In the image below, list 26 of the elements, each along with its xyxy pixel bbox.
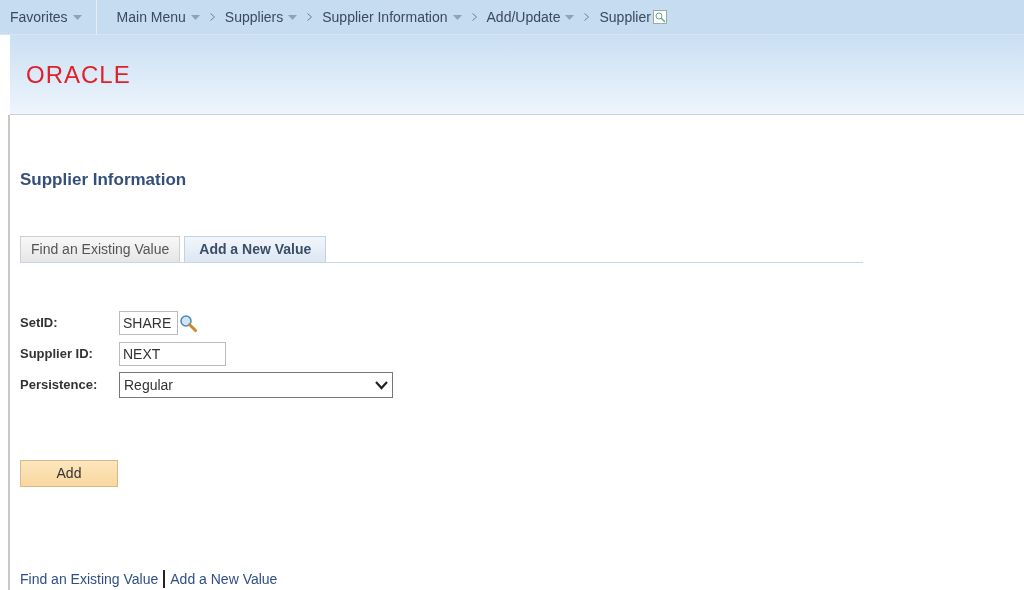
chevron-right-icon bbox=[584, 13, 590, 21]
field-label: SetID: bbox=[20, 314, 59, 333]
footer-link[interactable]: Add a New Value bbox=[170, 568, 278, 590]
supplier-id-field[interactable]: NEXT bbox=[119, 342, 226, 366]
breadcrumb-item[interactable]: Suppliers bbox=[224, 6, 284, 28]
chevron-right-icon bbox=[471, 13, 477, 21]
add-button[interactable]: Add bbox=[20, 459, 118, 487]
breadcrumb-item[interactable]: Supplier Information bbox=[322, 6, 448, 28]
breadcrumb-item[interactable]: Main Menu bbox=[116, 6, 186, 28]
search-icon[interactable] bbox=[179, 314, 197, 332]
setid-field[interactable]: SHARE bbox=[119, 311, 178, 335]
field-label: Persistence: bbox=[20, 376, 99, 395]
footer-link[interactable]: Find an Existing Value bbox=[20, 568, 159, 590]
breadcrumb-item[interactable]: Supplier bbox=[599, 6, 651, 28]
tab[interactable]: Add a New Value bbox=[184, 235, 327, 262]
page-title: Supplier Information bbox=[20, 169, 188, 191]
chevron-right-icon bbox=[307, 13, 313, 21]
tab[interactable]: Find an Existing Value bbox=[20, 235, 181, 262]
chevron-down-icon bbox=[375, 380, 388, 390]
field-label: Supplier ID: bbox=[20, 345, 94, 364]
oracle-logo: ORACLE bbox=[26, 59, 131, 90]
favorites-menu[interactable]: Favorites bbox=[10, 6, 68, 28]
page-search-icon[interactable] bbox=[652, 10, 667, 24]
breadcrumb-item[interactable]: Add/Update bbox=[486, 6, 561, 28]
persistence-dropdown[interactable]: Regular bbox=[119, 372, 393, 398]
chevron-right-icon bbox=[209, 13, 215, 21]
